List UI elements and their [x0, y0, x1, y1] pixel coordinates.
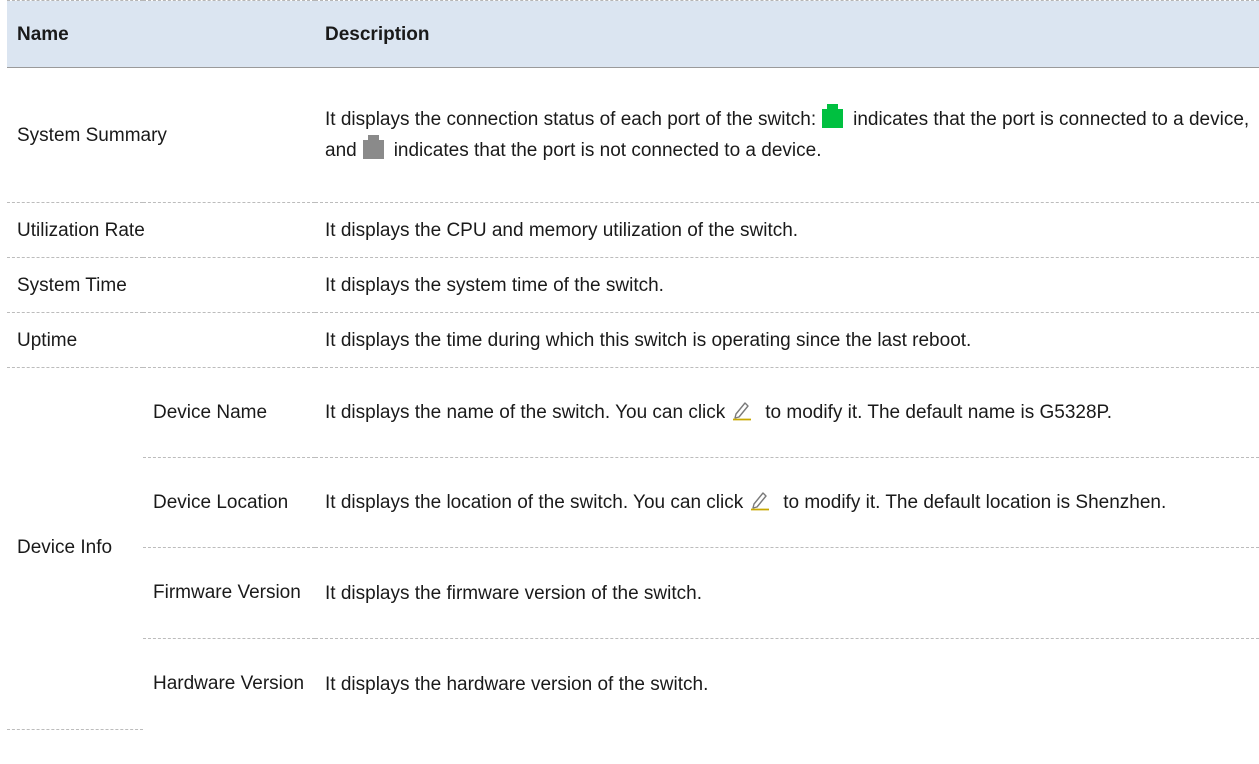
row-name-device-location: Device Location — [143, 457, 315, 548]
desc-text: It displays the location of the switch. … — [325, 492, 744, 513]
port-disconnected-icon — [362, 135, 384, 159]
desc-text: to modify it. The default name is G5328P… — [765, 402, 1113, 423]
desc-text: It displays the name of the switch. You … — [325, 402, 726, 423]
row-name-firmware-version: Firmware Version — [143, 547, 315, 639]
row-name-system-summary: System Summary — [7, 67, 315, 203]
row-name-hardware-version: Hardware Version — [153, 673, 305, 694]
row-desc-system-summary: It displays the connection status of eac… — [315, 67, 1259, 203]
desc-text: to modify it. The default location is Sh… — [783, 492, 1167, 513]
port-connected-icon — [822, 104, 844, 128]
table-row: Device Info Device Name It displays the … — [7, 367, 1259, 730]
table-row: Hardware Version It displays the hardwar… — [7, 639, 1259, 730]
table-row: Firmware Version It displays the firmwar… — [7, 547, 1259, 639]
group-device-info: Device Info — [7, 367, 143, 730]
table-row: Utilization Rate It displays the CPU and… — [7, 202, 1259, 258]
row-desc-firmware-version: It displays the firmware version of the … — [315, 547, 1259, 639]
header-name: Name — [7, 0, 315, 68]
row-name-device-name: Device Name — [143, 367, 315, 458]
edit-pencil-icon — [733, 402, 752, 421]
table-row: Device Location It displays the location… — [7, 457, 1259, 548]
header-description: Description — [315, 0, 1259, 68]
row-desc-device-location: It displays the location of the switch. … — [315, 457, 1259, 548]
desc-text: It displays the connection status of eac… — [325, 109, 817, 130]
row-desc-hardware-version: It displays the hardware version of the … — [325, 673, 709, 695]
description-table: Name Description System Summary It displ… — [7, 0, 1259, 730]
row-desc-device-name: It displays the name of the switch. You … — [315, 367, 1259, 458]
desc-text: indicates that the port is not connected… — [393, 140, 822, 161]
row-name-uptime: Uptime — [7, 312, 315, 368]
edit-pencil-icon — [751, 492, 770, 511]
table-header-row: Name Description — [7, 0, 1259, 68]
row-desc-uptime: It displays the time during which this s… — [315, 312, 1259, 368]
table-row: Uptime It displays the time during which… — [7, 312, 1259, 368]
row-desc-system-time: It displays the system time of the switc… — [315, 257, 1259, 313]
table-row: System Summary It displays the connectio… — [7, 67, 1259, 203]
row-name-system-time: System Time — [7, 257, 315, 313]
row-desc-utilization-rate: It displays the CPU and memory utilizati… — [315, 202, 1259, 258]
table-row: System Time It displays the system time … — [7, 257, 1259, 313]
row-name-utilization-rate: Utilization Rate — [7, 202, 315, 258]
